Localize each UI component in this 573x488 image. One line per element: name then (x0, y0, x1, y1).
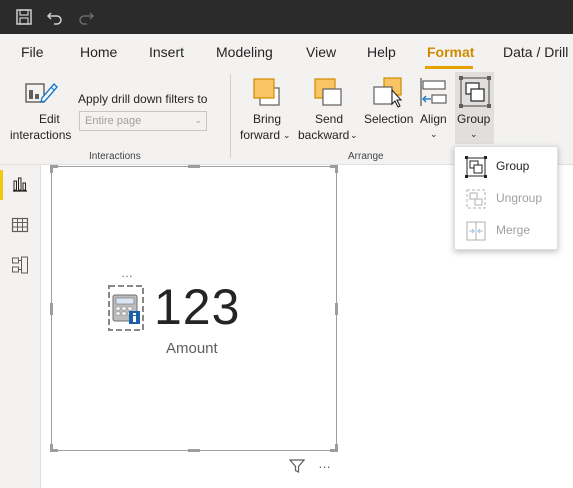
edit-interactions-label-2: interactions (10, 128, 72, 142)
title-bar (0, 0, 573, 34)
menu-item-label: Ungroup (496, 191, 543, 205)
tab-help[interactable]: Help (367, 44, 396, 60)
more-options-icon[interactable]: … (318, 456, 332, 471)
edit-interactions-icon (24, 76, 58, 115)
chevron-down-icon: ⌄ (470, 129, 478, 139)
send-backward-label-2: backward (298, 128, 350, 142)
tab-file[interactable]: File (21, 44, 44, 60)
chevron-down-icon: ⌄ (283, 130, 291, 140)
tab-format[interactable]: Format (427, 44, 474, 60)
merge-icon (465, 220, 487, 242)
menu-item-merge: Merge (455, 216, 559, 246)
bring-forward-label-1: Bring (253, 112, 282, 126)
bring-forward-label-2: forward (240, 128, 281, 142)
resize-handle[interactable] (50, 303, 53, 315)
group-button[interactable]: Group ⌄ (455, 72, 494, 144)
save-icon[interactable] (14, 7, 34, 27)
send-backward-icon (312, 76, 344, 113)
card-value: 123 (154, 279, 241, 335)
tab-data-drill[interactable]: Data / Drill (503, 44, 568, 60)
align-label: Align (420, 112, 447, 126)
resize-handle[interactable] (335, 165, 338, 173)
active-view-indicator (0, 170, 3, 200)
menu-item-label: Merge (496, 223, 531, 237)
resize-handle[interactable] (335, 444, 338, 452)
resize-handle[interactable] (188, 449, 200, 452)
drill-filter-value: Entire page (85, 115, 142, 127)
group-label: Group (457, 112, 491, 126)
group-dropdown-menu: Group Ungroup Merge (454, 146, 558, 250)
resize-handle[interactable] (50, 165, 53, 173)
chevron-down-icon: ⌄ (430, 129, 438, 139)
report-view-icon[interactable] (11, 175, 29, 198)
align-icon (419, 76, 449, 113)
interactions-group-label: Interactions (89, 151, 141, 162)
active-tab-indicator (425, 66, 473, 69)
tab-home[interactable]: Home (80, 44, 117, 60)
tab-view[interactable]: View (306, 44, 336, 60)
send-backward-label-1: Send (315, 112, 344, 126)
resize-handle[interactable] (188, 165, 200, 168)
redo-icon[interactable] (76, 7, 96, 27)
ungroup-icon (465, 188, 487, 210)
menu-item-ungroup: Ungroup (455, 184, 559, 214)
selection-label: Selection (364, 112, 414, 126)
edit-interactions-label-1: Edit (39, 112, 60, 126)
filter-icon[interactable] (288, 458, 306, 479)
group-icon (459, 76, 491, 113)
model-view-icon[interactable] (11, 256, 29, 279)
group-icon (465, 156, 487, 178)
ribbon-tabs: File Home Insert Modeling View Help Form… (0, 34, 573, 70)
card-label: Amount (166, 340, 218, 357)
drill-filter-label: Apply drill down filters to (78, 92, 208, 106)
ribbon-separator (230, 74, 231, 158)
data-view-icon[interactable] (11, 216, 29, 239)
drill-filter-select[interactable]: Entire page ⌄ (79, 111, 207, 131)
tab-modeling[interactable]: Modeling (216, 44, 273, 60)
tab-insert[interactable]: Insert (149, 44, 184, 60)
selection-icon (372, 76, 406, 113)
undo-icon[interactable] (45, 7, 65, 27)
chevron-down-icon: ⌄ (350, 130, 358, 140)
resize-handle[interactable] (335, 303, 338, 315)
calculator-image-visual[interactable] (108, 285, 144, 331)
menu-item-label: Group (496, 159, 530, 173)
bring-forward-icon (251, 76, 283, 113)
view-switcher-bar (0, 165, 41, 488)
more-options-icon[interactable]: … (121, 266, 134, 280)
arrange-group-label: Arrange (348, 151, 384, 162)
resize-handle[interactable] (50, 444, 53, 452)
menu-item-group[interactable]: Group (455, 152, 559, 182)
chevron-down-icon: ⌄ (194, 115, 202, 125)
selection-button[interactable] (362, 74, 414, 144)
